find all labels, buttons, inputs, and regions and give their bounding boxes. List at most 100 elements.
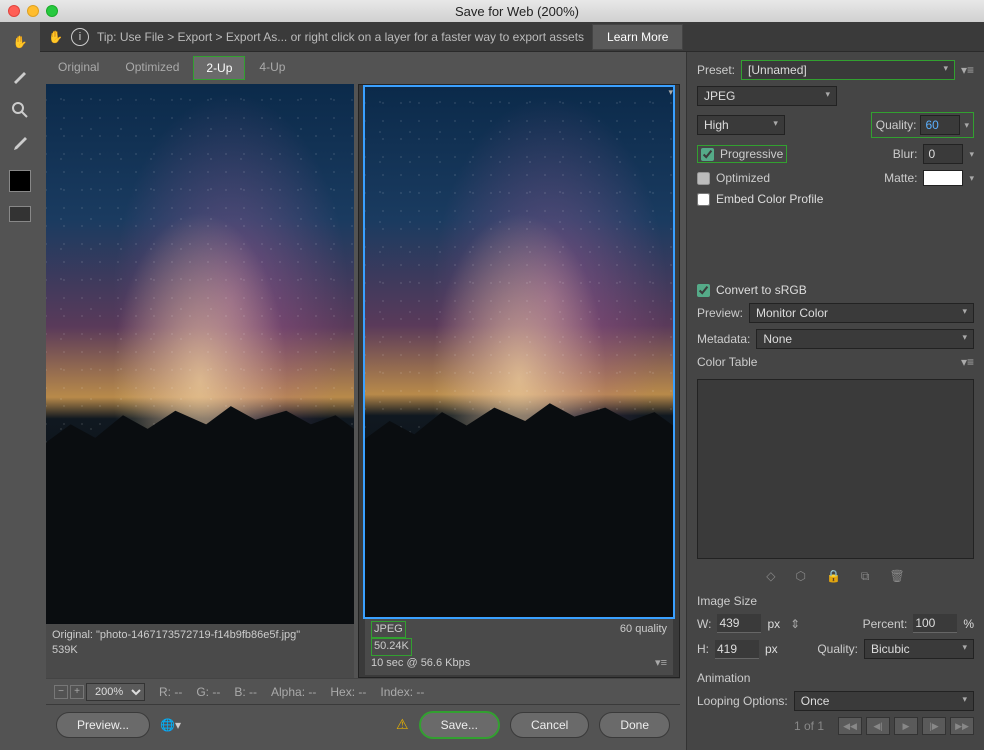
height-input[interactable] (715, 640, 759, 659)
window-minimize-button[interactable] (27, 5, 39, 17)
zoom-plus-icon[interactable]: + (70, 685, 84, 699)
interp-quality-label: Quality: (817, 642, 858, 656)
hand-tool-icon[interactable]: ✋ (8, 30, 32, 54)
preview-menu-icon[interactable]: ▾≡ (655, 656, 667, 671)
save-button[interactable]: Save... (419, 711, 500, 739)
window-title: Save for Web (200%) (58, 4, 976, 19)
blur-chevron-icon[interactable]: ▾ (969, 149, 974, 160)
original-caption: Original: "photo-1467173572719-f14b9fb86… (46, 624, 354, 678)
slice-tool-icon[interactable] (8, 64, 32, 88)
anim-first-button[interactable]: ◀◀ (838, 717, 862, 735)
tip-bar: ✋ i Tip: Use File > Export > Export As..… (40, 22, 984, 52)
link-icon[interactable]: ⇕ (790, 617, 800, 631)
ct-icon-1[interactable]: ◇ (766, 569, 775, 584)
image-size-label: Image Size (697, 594, 757, 608)
eyedropper-tool-icon[interactable] (8, 132, 32, 156)
ct-new-icon[interactable]: ⧉ (861, 569, 870, 584)
zoom-tool-icon[interactable] (8, 98, 32, 122)
embed-profile-label: Embed Color Profile (716, 192, 823, 206)
optimized-quality: 60 quality (620, 622, 667, 637)
format-select[interactable]: JPEG (697, 86, 837, 106)
color-table-menu-icon[interactable]: ▾≡ (961, 355, 974, 369)
progressive-checkbox[interactable] (701, 148, 714, 161)
preset-select[interactable]: [Unnamed] (741, 60, 955, 80)
optimized-format: JPEG (371, 621, 406, 638)
preview-button[interactable]: Preview... (56, 712, 150, 738)
loop-label: Looping Options: (697, 694, 788, 708)
info-icon: i (71, 28, 89, 46)
window-titlebar: Save for Web (200%) (0, 0, 984, 22)
optimized-checkbox (697, 172, 710, 185)
window-close-button[interactable] (8, 5, 20, 17)
anim-next-button[interactable]: |▶ (922, 717, 946, 735)
hand-icon: ✋ (48, 30, 63, 44)
matte-chevron-icon[interactable]: ▾ (969, 173, 974, 184)
optimized-transfer: 10 sec @ 56.6 Kbps (371, 656, 470, 671)
anim-page: 1 of 1 (794, 719, 824, 733)
tab-4up[interactable]: 4-Up (247, 56, 297, 80)
zoom-select[interactable]: 200% (86, 683, 145, 701)
preview-original[interactable]: Original: "photo-1467173572719-f14b9fb86… (46, 84, 354, 678)
px-label-h: px (765, 642, 778, 656)
matte-swatch[interactable] (923, 170, 963, 186)
foreground-swatch[interactable] (9, 170, 31, 192)
quality-label: Quality: (876, 118, 917, 132)
toggle-slices-icon[interactable] (9, 206, 31, 222)
blur-label: Blur: (893, 147, 918, 161)
srgb-checkbox[interactable] (697, 284, 710, 297)
metadata-select[interactable]: None (756, 329, 974, 349)
preset-menu-icon[interactable]: ▾≡ (961, 63, 974, 77)
blur-input[interactable] (923, 144, 963, 164)
status-g: G: -- (196, 685, 220, 699)
quality-chevron-icon[interactable]: ▾ (964, 120, 969, 131)
height-label: H: (697, 642, 709, 656)
done-button[interactable]: Done (599, 712, 670, 738)
view-tabs: Original Optimized 2-Up 4-Up (46, 56, 680, 80)
learn-more-button[interactable]: Learn More (592, 24, 683, 50)
trash-icon[interactable]: 🗑 (890, 569, 905, 584)
status-b: B: -- (234, 685, 257, 699)
width-input[interactable] (717, 614, 761, 633)
preview-mode-select[interactable]: Monitor Color (749, 303, 974, 323)
browser-icon[interactable]: 🌐▾ (160, 718, 181, 732)
preview-mode-label: Preview: (697, 306, 743, 320)
progressive-label: Progressive (720, 147, 783, 161)
percent-label: Percent: (863, 617, 908, 631)
matte-label: Matte: (884, 171, 917, 185)
window-zoom-button[interactable] (46, 5, 58, 17)
lock-icon[interactable]: 🔒 (826, 569, 841, 584)
zoom-minus-icon[interactable]: − (54, 685, 68, 699)
status-r: R: -- (159, 685, 182, 699)
width-label: W: (697, 617, 711, 631)
color-table-area (697, 379, 974, 559)
animation-label: Animation (697, 671, 750, 685)
tip-text: Tip: Use File > Export > Export As... or… (97, 30, 584, 44)
ct-icon-2[interactable]: ⬡ (795, 569, 805, 584)
status-bar: − + 200% R: -- G: -- B: -- Alpha: -- Hex… (46, 678, 680, 704)
status-hex: Hex: -- (330, 685, 366, 699)
quality-preset-select[interactable]: High (697, 115, 785, 135)
percent-input[interactable] (913, 614, 957, 633)
color-table-label: Color Table (697, 355, 757, 369)
warning-icon: ⚠ (396, 716, 409, 733)
anim-prev-button[interactable]: ◀| (866, 717, 890, 735)
original-filename: Original: "photo-1467173572719-f14b9fb86… (52, 628, 348, 643)
loop-select: Once (794, 691, 974, 711)
quality-input[interactable] (920, 115, 960, 135)
preview-optimized[interactable]: JPEG 60 quality 50.24K 10 sec @ 56.6 Kbp… (358, 84, 680, 678)
tab-2up[interactable]: 2-Up (193, 56, 245, 80)
embed-profile-checkbox[interactable] (697, 193, 710, 206)
left-toolbar: ✋ (0, 22, 40, 750)
tab-optimized[interactable]: Optimized (113, 56, 191, 80)
anim-play-button[interactable]: ▶ (894, 717, 918, 735)
percent-sign: % (963, 617, 974, 631)
tab-original[interactable]: Original (46, 56, 111, 80)
optimized-size: 50.24K (371, 638, 412, 655)
anim-last-button[interactable]: ▶▶ (950, 717, 974, 735)
interp-quality-select[interactable]: Bicubic (864, 639, 974, 659)
px-label-w: px (767, 617, 780, 631)
status-alpha: Alpha: -- (271, 685, 316, 699)
metadata-label: Metadata: (697, 332, 750, 346)
original-size: 539K (52, 643, 348, 658)
cancel-button[interactable]: Cancel (510, 712, 589, 738)
